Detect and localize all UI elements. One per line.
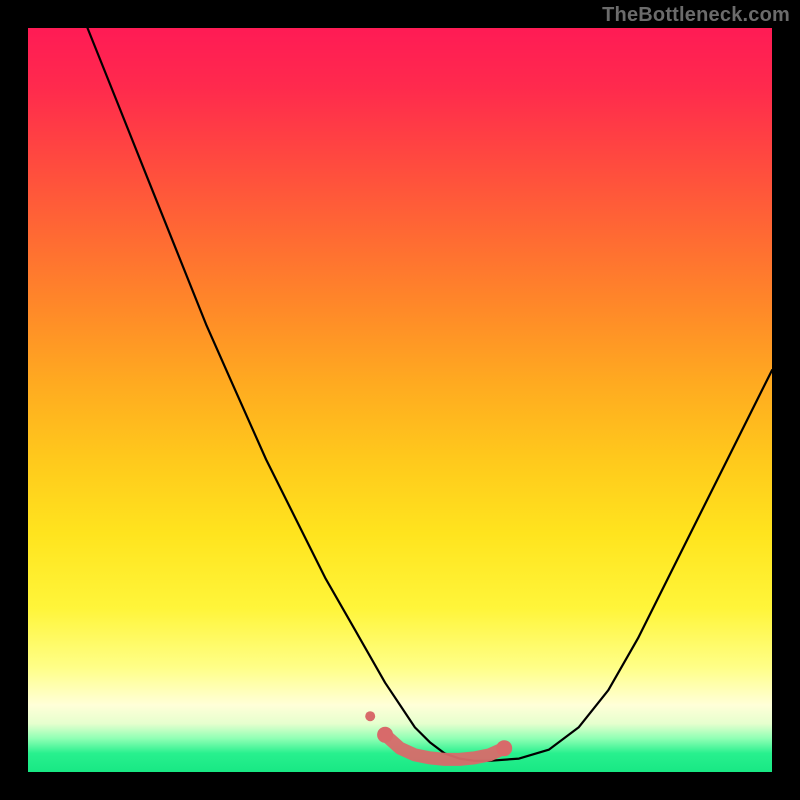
watermark-text: TheBottleneck.com — [602, 4, 790, 27]
plot-area — [28, 28, 772, 772]
bottleneck-curve — [88, 28, 773, 761]
chart-frame: TheBottleneck.com — [0, 0, 800, 800]
optimal-band-end-dot — [496, 740, 512, 756]
optimal-band-markers — [365, 711, 512, 759]
optimal-band-end-dot — [377, 727, 393, 743]
bottleneck-curve-path — [88, 28, 773, 761]
curve-layer — [28, 28, 772, 772]
optimal-band-path — [385, 735, 504, 760]
optimal-band-stray-dot — [365, 711, 375, 721]
